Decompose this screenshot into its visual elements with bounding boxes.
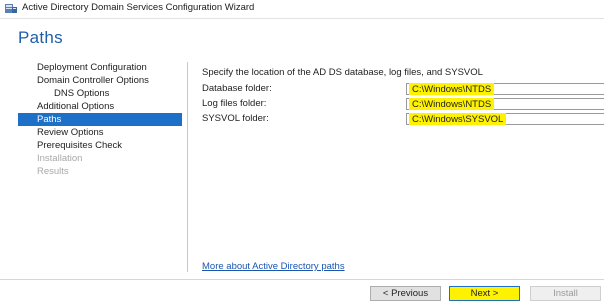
nav-item-label: Deployment Configuration	[37, 62, 147, 73]
window-title: Active Directory Domain Services Configu…	[22, 2, 255, 13]
footer-divider	[0, 279, 604, 280]
nav-item-label: DNS Options	[54, 88, 110, 99]
nav-item-review-options[interactable]: Review Options	[18, 126, 182, 139]
nav-item-label: Review Options	[37, 127, 104, 138]
help-link[interactable]: More about Active Directory paths	[202, 261, 345, 272]
database-folder-value: C:\Windows\NTDS	[409, 83, 495, 95]
log-files-folder-value: C:\Windows\NTDS	[409, 98, 495, 110]
install-button: Install	[530, 286, 601, 301]
nav-item-paths[interactable]: Paths	[18, 113, 182, 126]
title-bar: Active Directory Domain Services Configu…	[0, 0, 604, 18]
nav-item-label: Installation	[37, 153, 83, 164]
nav-item-additional-options[interactable]: Additional Options	[18, 100, 182, 113]
log-files-folder-field[interactable]: C:\Windows\NTDS	[406, 98, 604, 110]
nav-item-prerequisites-check[interactable]: Prerequisites Check	[18, 139, 182, 152]
title-divider	[0, 18, 604, 19]
intro-text: Specify the location of the AD DS databa…	[202, 67, 483, 78]
nav-item-results: Results	[18, 165, 182, 178]
nav-item-deployment-configuration[interactable]: Deployment Configuration	[18, 61, 182, 74]
sysvol-folder-value: C:\Windows\SYSVOL	[409, 113, 507, 125]
nav-divider	[187, 62, 188, 272]
log-files-folder-label: Log files folder:	[202, 98, 267, 109]
database-folder-field[interactable]: C:\Windows\NTDS	[406, 83, 604, 95]
nav-item-domain-controller-options[interactable]: Domain Controller Options	[18, 74, 182, 87]
page-title: Paths	[18, 28, 63, 47]
sysvol-folder-field[interactable]: C:\Windows\SYSVOL	[406, 113, 604, 125]
nav-item-label: Paths	[37, 114, 62, 125]
nav-item-label: Results	[37, 166, 69, 177]
nav-item-label: Prerequisites Check	[37, 140, 123, 151]
nav-item-label: Additional Options	[37, 101, 115, 112]
nav-item-dns-options[interactable]: DNS Options	[18, 87, 182, 100]
next-button[interactable]: Next >	[449, 286, 520, 301]
sysvol-folder-label: SYSVOL folder:	[202, 113, 269, 124]
nav-item-label: Domain Controller Options	[37, 75, 149, 86]
nav-item-installation: Installation	[18, 152, 182, 165]
server-role-icon	[5, 4, 17, 13]
database-folder-label: Database folder:	[202, 83, 272, 94]
previous-button[interactable]: < Previous	[370, 286, 441, 301]
